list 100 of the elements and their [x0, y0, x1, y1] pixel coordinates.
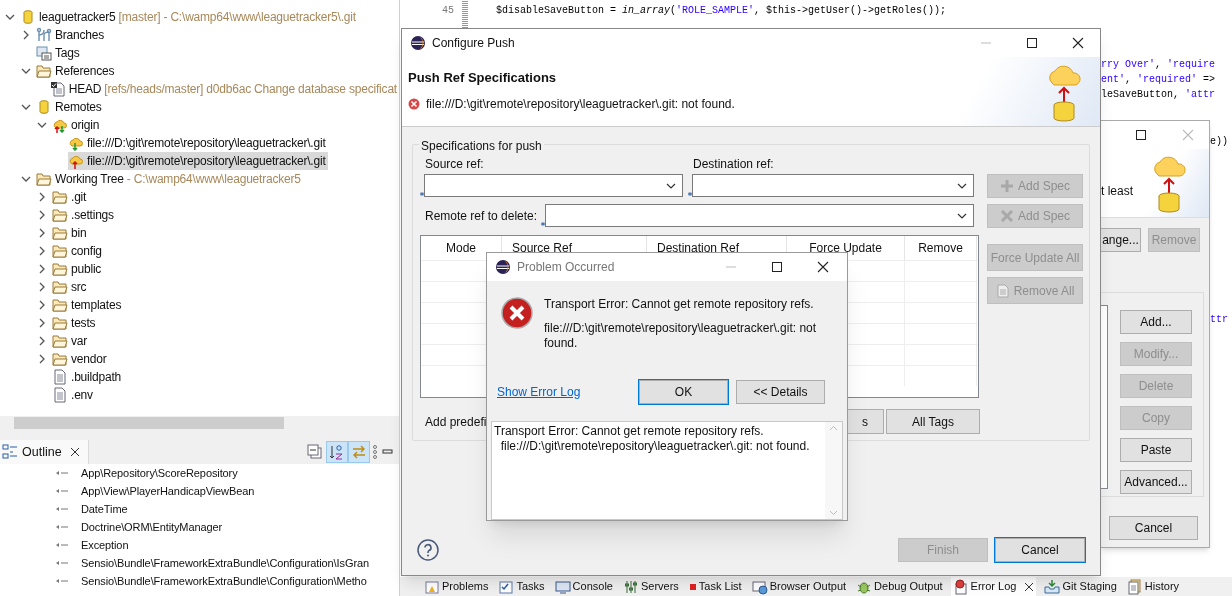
tree-item[interactable]: bin	[52, 224, 89, 242]
view-tab[interactable]: History	[1124, 577, 1182, 596]
tree-item[interactable]: References	[36, 62, 117, 80]
push-button[interactable]: Add...	[1120, 310, 1192, 334]
window-title: Problem Occurred	[517, 258, 615, 276]
push-button[interactable]: Paste	[1120, 438, 1192, 462]
tree-item-label: config	[71, 243, 102, 260]
list-box[interactable]	[1101, 305, 1108, 489]
sort-icon[interactable]	[327, 442, 347, 462]
view-tab[interactable]: Debug Output	[854, 577, 945, 596]
chevron-right-icon[interactable]	[37, 246, 47, 256]
outline-item[interactable]: Exception	[81, 536, 129, 554]
view-tab[interactable]: Browser Output	[749, 577, 849, 596]
tree-item[interactable]: Working Tree - C:\wamp64\www\leaguetracker5	[36, 170, 303, 188]
tree-item[interactable]: Branches	[36, 26, 107, 44]
tree-item[interactable]: Remotes	[36, 98, 104, 116]
tree-item[interactable]: .settings	[52, 206, 116, 224]
push-button[interactable]: ange...	[1101, 228, 1141, 252]
push-button[interactable]: Advanced...	[1120, 470, 1192, 494]
maximize-icon[interactable]	[1135, 129, 1147, 141]
database-icon	[36, 99, 52, 115]
sliders-icon	[622, 578, 639, 595]
horizontal-scrollbar[interactable]	[0, 416, 399, 430]
cross-icon	[999, 209, 1014, 223]
tree-item[interactable]: src	[52, 278, 89, 296]
close-icon[interactable]	[1024, 581, 1035, 592]
outline-item[interactable]: DateTime	[81, 500, 128, 518]
import-icon	[55, 577, 69, 585]
chevron-right-icon[interactable]	[37, 282, 47, 292]
tree-item-label: public	[71, 261, 102, 278]
view-tab[interactable]: Tasks	[496, 577, 547, 596]
push-button[interactable]: << Details	[736, 379, 825, 404]
push-button[interactable]: Cancel	[995, 538, 1085, 562]
view-tab[interactable]: Console	[552, 577, 615, 596]
close-icon[interactable]	[1072, 37, 1084, 49]
push-button[interactable]: OK	[639, 379, 728, 404]
tree-item[interactable]: origin	[52, 116, 102, 134]
outline-item[interactable]: Sensio\Bundle\FrameworkExtraBundle\Configuration\IsGran	[81, 554, 369, 572]
close-icon[interactable]	[817, 260, 829, 273]
tree-item[interactable]: HEAD [refs/heads/master] d0db6ac Change database specificat	[49, 80, 399, 98]
tree-item[interactable]: public	[52, 260, 104, 278]
cloud-download-icon	[68, 135, 84, 151]
warning-list-icon	[424, 578, 440, 595]
chevron-right-icon[interactable]	[37, 318, 47, 328]
column-header[interactable]: Remove	[905, 236, 977, 260]
remote-ref-combo[interactable]	[545, 204, 974, 227]
chevron-right-icon[interactable]	[21, 30, 31, 40]
tree-item[interactable]: tests	[52, 314, 98, 332]
destination-ref-combo[interactable]	[692, 174, 974, 197]
chevron-right-icon[interactable]	[37, 336, 47, 346]
folder-icon	[52, 207, 68, 223]
push-button[interactable]: Cancel	[1109, 516, 1198, 540]
view-tab[interactable]: Servers	[620, 577, 681, 596]
branches-icon	[36, 27, 52, 43]
view-tab[interactable]: Git Staging	[1042, 577, 1119, 596]
collapse-all-icon[interactable]	[305, 442, 325, 462]
push-button[interactable]: s	[846, 409, 884, 434]
code-line: ent', 'required' =>	[1101, 74, 1216, 85]
tree-item[interactable]: Tags	[36, 44, 82, 62]
code-line: e))	[1210, 136, 1228, 147]
tree-item[interactable]: .git	[52, 188, 89, 206]
view-tab[interactable]: Error Log	[950, 577, 1037, 596]
chevron-right-icon[interactable]	[37, 192, 47, 202]
outline-item[interactable]: App\Repository\ScoreRepository	[81, 464, 238, 482]
outline-item[interactable]: Sensio\Bundle\FrameworkExtraBundle\Configuration\Metho	[81, 572, 367, 590]
tree-item[interactable]: .buildpath	[52, 368, 124, 386]
tree-item[interactable]: var	[52, 332, 90, 350]
scrollbar-thumb[interactable]	[14, 417, 284, 429]
view-tab[interactable]: Problems	[422, 577, 491, 596]
tree-item-label: Branches	[55, 27, 105, 44]
chevron-down-icon[interactable]	[21, 66, 31, 76]
tree-item[interactable]: leaguetracker5 [master] - C:\wamp64\www\leaguetracker5\.git	[20, 8, 358, 26]
plus-icon	[999, 179, 1014, 193]
close-icon[interactable]	[69, 447, 80, 457]
outline-item[interactable]: App\View\PlayerHandicapViewBean	[81, 482, 255, 500]
chevron-down-icon[interactable]	[21, 102, 31, 112]
tree-item[interactable]: templates	[52, 296, 124, 314]
tree-item[interactable]: .env	[52, 386, 95, 404]
outline-item[interactable]: Doctrine\ORM\EntityManager	[81, 518, 223, 536]
chevron-right-icon[interactable]	[37, 300, 47, 310]
maximize-icon[interactable]	[771, 260, 783, 273]
field-label: Add predefi	[425, 413, 487, 431]
chevron-right-icon[interactable]	[37, 354, 47, 364]
folder-icon	[52, 315, 68, 331]
chevron-right-icon[interactable]	[37, 264, 47, 274]
view-tab[interactable]: Task List	[686, 577, 744, 596]
tree-item[interactable]: vendor	[52, 350, 109, 368]
chevron-right-icon[interactable]	[37, 210, 47, 220]
chevron-down-icon[interactable]	[21, 174, 31, 184]
maximize-icon[interactable]	[1026, 37, 1038, 49]
tree-item[interactable]: config	[52, 242, 104, 260]
chevron-right-icon[interactable]	[37, 228, 47, 238]
show-error-log-link[interactable]: Show Error Log	[497, 382, 581, 401]
chevron-down-icon[interactable]	[37, 120, 47, 130]
chevron-down-icon[interactable]	[5, 12, 15, 22]
source-ref-combo[interactable]	[424, 174, 683, 197]
field-label: Source ref:	[425, 156, 485, 173]
outline-icon	[2, 444, 18, 460]
database-icon	[20, 9, 36, 25]
push-button[interactable]: All Tags	[886, 409, 980, 434]
